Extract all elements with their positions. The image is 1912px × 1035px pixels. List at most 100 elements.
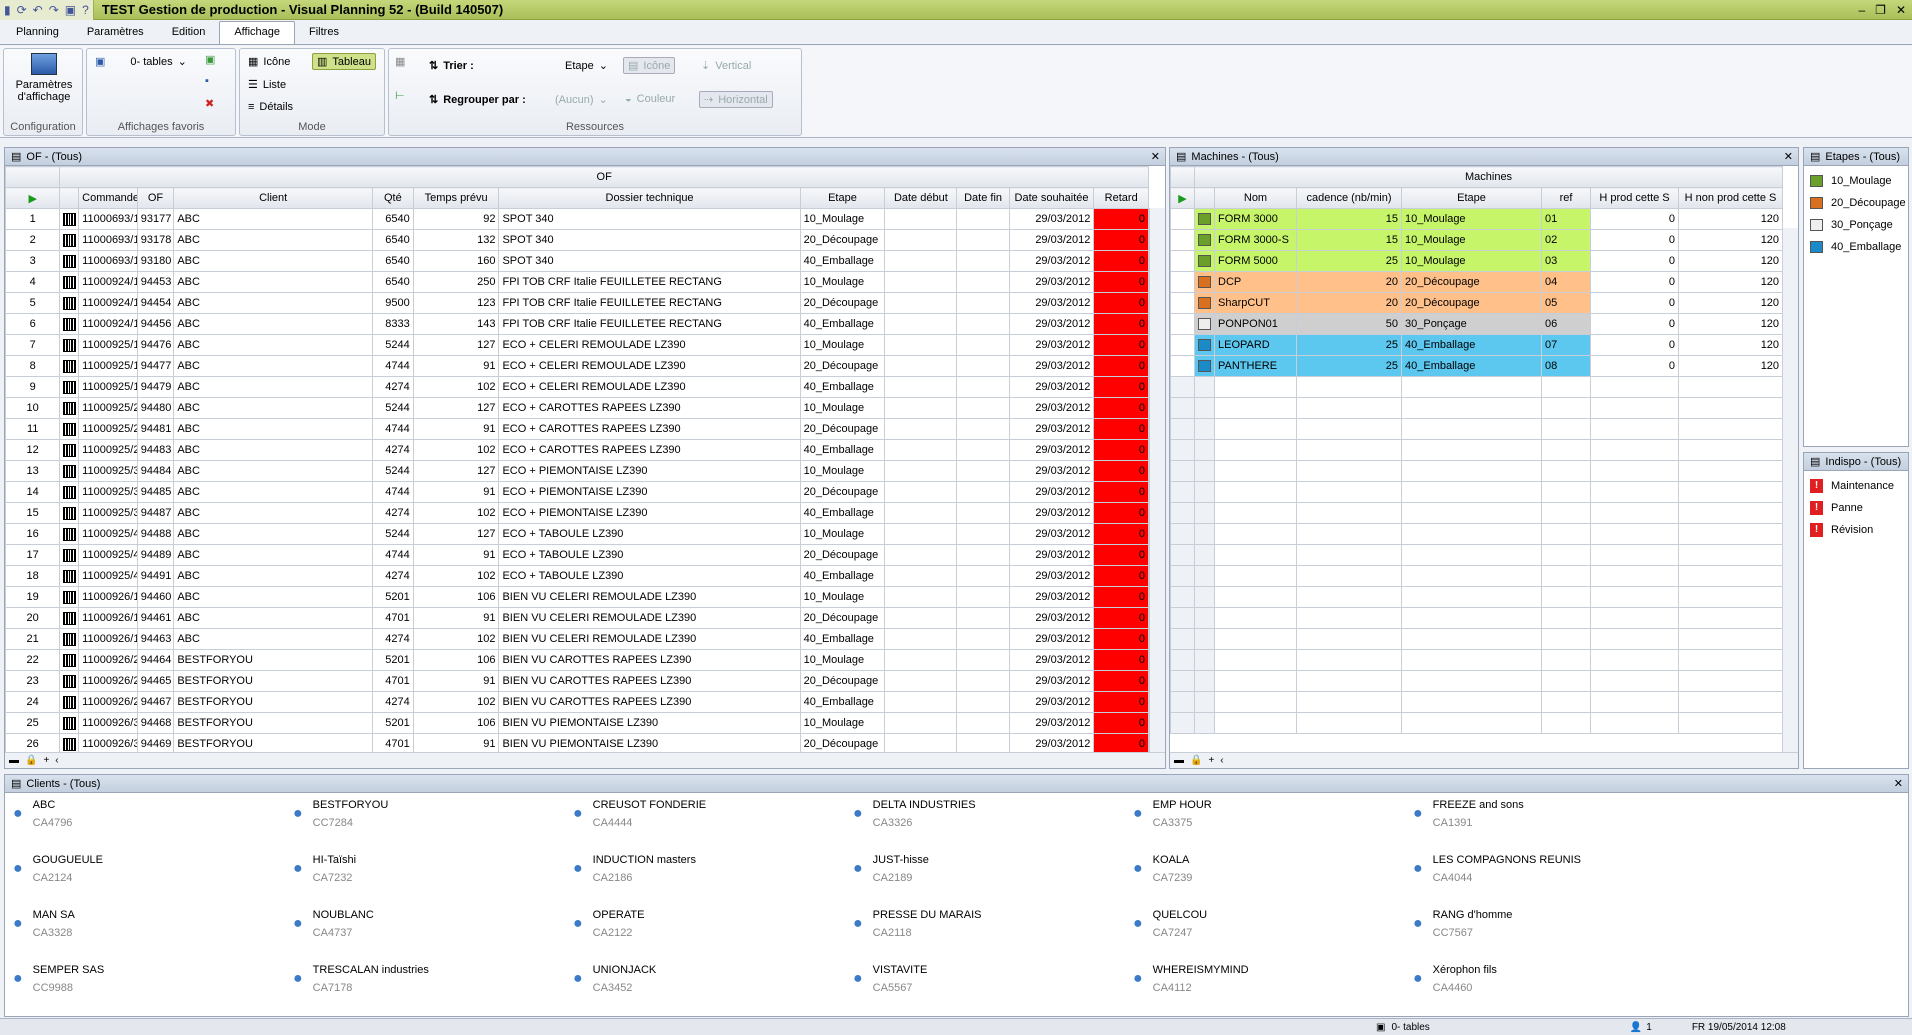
client-card[interactable]: ● MAN SA CA3328: [13, 909, 75, 939]
horizontal-button[interactable]: ⇢ Horizontal: [699, 91, 773, 108]
column-header[interactable]: cadence (nb/min): [1296, 187, 1402, 209]
indispo-item[interactable]: ! Panne: [1804, 497, 1908, 519]
column-header[interactable]: Etape: [799, 187, 886, 209]
table-row[interactable]: LEOPARD 25 40_Emballage 07 0 120: [1170, 334, 1784, 356]
table-row[interactable]: 21 11000926/1094463ABC4274102BIEN VU CELE…: [5, 628, 1149, 650]
client-card[interactable]: ● TRESCALAN industries CA7178: [293, 964, 429, 994]
table-row[interactable]: 10 11000925/2094480ABC5244127ECO + CAROTT…: [5, 397, 1149, 419]
save-icon[interactable]: ▪: [205, 75, 209, 87]
client-card[interactable]: ● CREUSOT FONDERIE CA4444: [573, 799, 706, 829]
column-header[interactable]: H non prod cette S: [1677, 187, 1784, 209]
client-card[interactable]: ● OPERATE CA2122: [573, 909, 644, 939]
column-header[interactable]: H prod cette S: [1590, 187, 1679, 209]
close-icon[interactable]: ✕: [1896, 3, 1906, 17]
client-card[interactable]: ● GOUGUEULE CA2124: [13, 854, 103, 884]
tab-planning[interactable]: Planning: [2, 22, 73, 44]
client-card[interactable]: ● FREEZE and sons CA1391: [1413, 799, 1524, 829]
column-header[interactable]: Date début: [884, 187, 958, 209]
column-header[interactable]: Dossier technique: [498, 187, 801, 209]
add-view-icon[interactable]: ▣: [205, 53, 215, 66]
table-row[interactable]: 17 11000925/4094489ABC474491ECO + TABOULE…: [5, 544, 1149, 566]
etape-item[interactable]: 10_Moulage: [1804, 170, 1908, 192]
machines-vertical-scrollbar[interactable]: [1782, 228, 1798, 752]
client-card[interactable]: ● UNIONJACK CA3452: [573, 964, 656, 994]
table-row[interactable]: 9 11000925/1094479ABC4274102ECO + CELERI …: [5, 376, 1149, 398]
couleur-button[interactable]: ◒ Couleur: [625, 93, 675, 105]
table-row[interactable]: 19 11000926/1094460ABC5201106BIEN VU CELE…: [5, 586, 1149, 608]
icone-button[interactable]: ▤ Icône: [623, 57, 676, 74]
indispo-item[interactable]: ! Maintenance: [1804, 475, 1908, 497]
close-icon[interactable]: ✕: [1894, 777, 1908, 790]
table-row[interactable]: 6 11000924/1094456ABC8333143FPI TOB CRF I…: [5, 313, 1149, 335]
tab-filtres[interactable]: Filtres: [295, 22, 353, 44]
table-row[interactable]: FORM 5000 25 10_Moulage 03 0 120: [1170, 250, 1784, 272]
table-row[interactable]: SharpCUT 20 20_Découpage 05 0 120: [1170, 292, 1784, 314]
client-card[interactable]: ● QUELCOU CA7247: [1133, 909, 1207, 939]
chevron-left-icon[interactable]: ‹: [1220, 755, 1223, 766]
client-card[interactable]: ● HI-Taïshi CA7232: [293, 854, 356, 884]
minus-icon[interactable]: ▬: [9, 755, 19, 766]
client-card[interactable]: ● KOALA CA7239: [1133, 854, 1192, 884]
indispo-item[interactable]: ! Révision: [1804, 519, 1908, 541]
sort-dropdown[interactable]: Etape ⌄: [565, 59, 608, 73]
client-card[interactable]: ● Xérophon fils CA4460: [1413, 964, 1497, 994]
delete-icon[interactable]: ✖: [205, 97, 214, 110]
client-card[interactable]: ● BESTFORYOU CC7284: [293, 799, 388, 829]
of-vertical-scrollbar[interactable]: [1149, 208, 1165, 752]
column-header[interactable]: Client: [173, 187, 373, 209]
of-horizontal-scrollbar[interactable]: ▬ 🔒 + ‹: [5, 752, 1165, 768]
group-by-dropdown[interactable]: (Aucun) ⌄: [555, 93, 608, 107]
tab-parametres[interactable]: Paramètres: [73, 22, 158, 44]
chevron-left-icon[interactable]: ‹: [55, 755, 58, 766]
client-card[interactable]: ● NOUBLANC CA4737: [293, 909, 374, 939]
mode-details-button[interactable]: ≡ Détails: [248, 101, 293, 113]
column-header[interactable]: Temps prévu: [412, 187, 500, 209]
column-header[interactable]: OF: [136, 187, 175, 209]
client-card[interactable]: ● EMP HOUR CA3375: [1133, 799, 1212, 829]
table-row[interactable]: 14 11000925/3094485ABC474491ECO + PIEMONT…: [5, 481, 1149, 503]
table-row[interactable]: 23 11000926/2094465BESTFORYOU470191BIEN V…: [5, 670, 1149, 692]
column-header[interactable]: Date fin: [956, 187, 1010, 209]
mode-liste-button[interactable]: ☰ Liste: [248, 78, 286, 92]
table-row[interactable]: 16 11000925/4094488ABC5244127ECO + TABOUL…: [5, 523, 1149, 545]
close-icon[interactable]: ✕: [1151, 150, 1165, 163]
machines-horizontal-scrollbar[interactable]: ▬ 🔒 + ‹: [1170, 752, 1798, 768]
client-card[interactable]: ● PRESSE DU MARAIS CA2118: [853, 909, 981, 939]
client-card[interactable]: ● RANG d'homme CC7567: [1413, 909, 1512, 939]
help-icon[interactable]: ?: [82, 3, 89, 17]
table-row[interactable]: 12 11000925/2094483ABC4274102ECO + CAROTT…: [5, 439, 1149, 461]
vertical-button[interactable]: ⇣ Vertical: [701, 59, 751, 73]
column-header[interactable]: Qté: [371, 187, 414, 209]
minimize-icon[interactable]: –: [1858, 3, 1865, 17]
app-icon[interactable]: ▮: [4, 3, 11, 17]
table-row[interactable]: 25 11000926/3094468BESTFORYOU5201106BIEN …: [5, 712, 1149, 734]
table-row[interactable]: PONPON01 50 30_Ponçage 06 0 120: [1170, 313, 1784, 335]
print-icon[interactable]: ▣: [65, 3, 76, 17]
redo-icon[interactable]: ↷: [49, 3, 59, 17]
play-icon[interactable]: ▶: [5, 187, 61, 209]
table-row[interactable]: 1 11000693/1093177ABC654092SPOT 34010_Mou…: [5, 208, 1149, 230]
client-card[interactable]: ● JUST-hisse CA2189: [853, 854, 929, 884]
plus-icon[interactable]: +: [1208, 755, 1214, 766]
play-icon[interactable]: ▶: [1170, 187, 1195, 209]
client-card[interactable]: ● SEMPER SAS CC9988: [13, 964, 104, 994]
client-card[interactable]: ● DELTA INDUSTRIES CA3326: [853, 799, 976, 829]
table-row[interactable]: 22 11000926/2094464BESTFORYOU5201106BIEN …: [5, 649, 1149, 671]
etape-item[interactable]: 40_Emballage: [1804, 236, 1908, 258]
table-row[interactable]: PANTHERE 25 40_Emballage 08 0 120: [1170, 355, 1784, 377]
table-row[interactable]: 3 11000693/1093180ABC6540160SPOT 34040_Em…: [5, 250, 1149, 272]
etape-item[interactable]: 20_Découpage: [1804, 192, 1908, 214]
column-header[interactable]: ref: [1541, 187, 1591, 209]
tree-icon[interactable]: ⊢: [395, 89, 405, 102]
restore-icon[interactable]: ❐: [1875, 3, 1886, 17]
table-row[interactable]: 2 11000693/1093178ABC6540132SPOT 34020_Dé…: [5, 229, 1149, 251]
refresh-icon[interactable]: ⟳: [17, 3, 27, 17]
column-header[interactable]: Etape: [1401, 187, 1542, 209]
column-header[interactable]: Commande: [78, 187, 138, 209]
table-row[interactable]: DCP 20 20_Découpage 04 0 120: [1170, 271, 1784, 293]
table-row[interactable]: 4 11000924/1094453ABC6540250FPI TOB CRF I…: [5, 271, 1149, 293]
layout-icon[interactable]: ▦: [395, 55, 405, 68]
table-row[interactable]: 11 11000925/2094481ABC474491ECO + CAROTTE…: [5, 418, 1149, 440]
table-row[interactable]: 24 11000926/2094467BESTFORYOU4274102BIEN …: [5, 691, 1149, 713]
table-row[interactable]: FORM 3000-S 15 10_Moulage 02 0 120: [1170, 229, 1784, 251]
